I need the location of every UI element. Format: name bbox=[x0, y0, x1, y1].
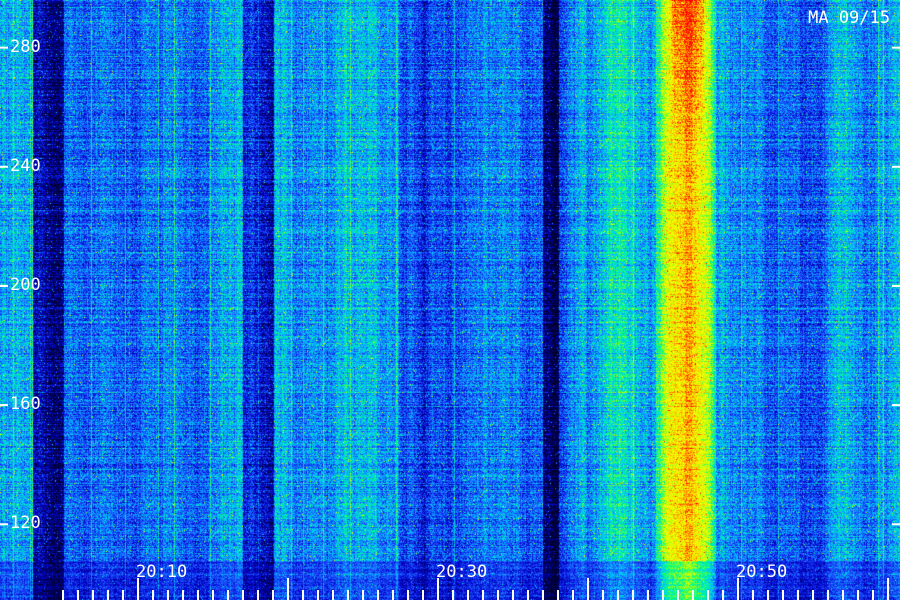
y-tick-label: 240 bbox=[10, 155, 41, 176]
y-axis-ticks bbox=[0, 46, 900, 526]
x-tick-label: 20:10 bbox=[136, 562, 188, 582]
x-tick-label: 20:50 bbox=[736, 562, 788, 582]
x-tick-label: 20:30 bbox=[436, 562, 488, 582]
date-stamp: MA 09/15 bbox=[808, 8, 890, 28]
y-tick-label: 200 bbox=[10, 274, 41, 295]
axes-overlay bbox=[0, 46, 900, 600]
y-tick-label: 160 bbox=[10, 394, 41, 415]
y-tick-label: 120 bbox=[10, 513, 41, 534]
y-tick-label: 280 bbox=[10, 36, 41, 57]
